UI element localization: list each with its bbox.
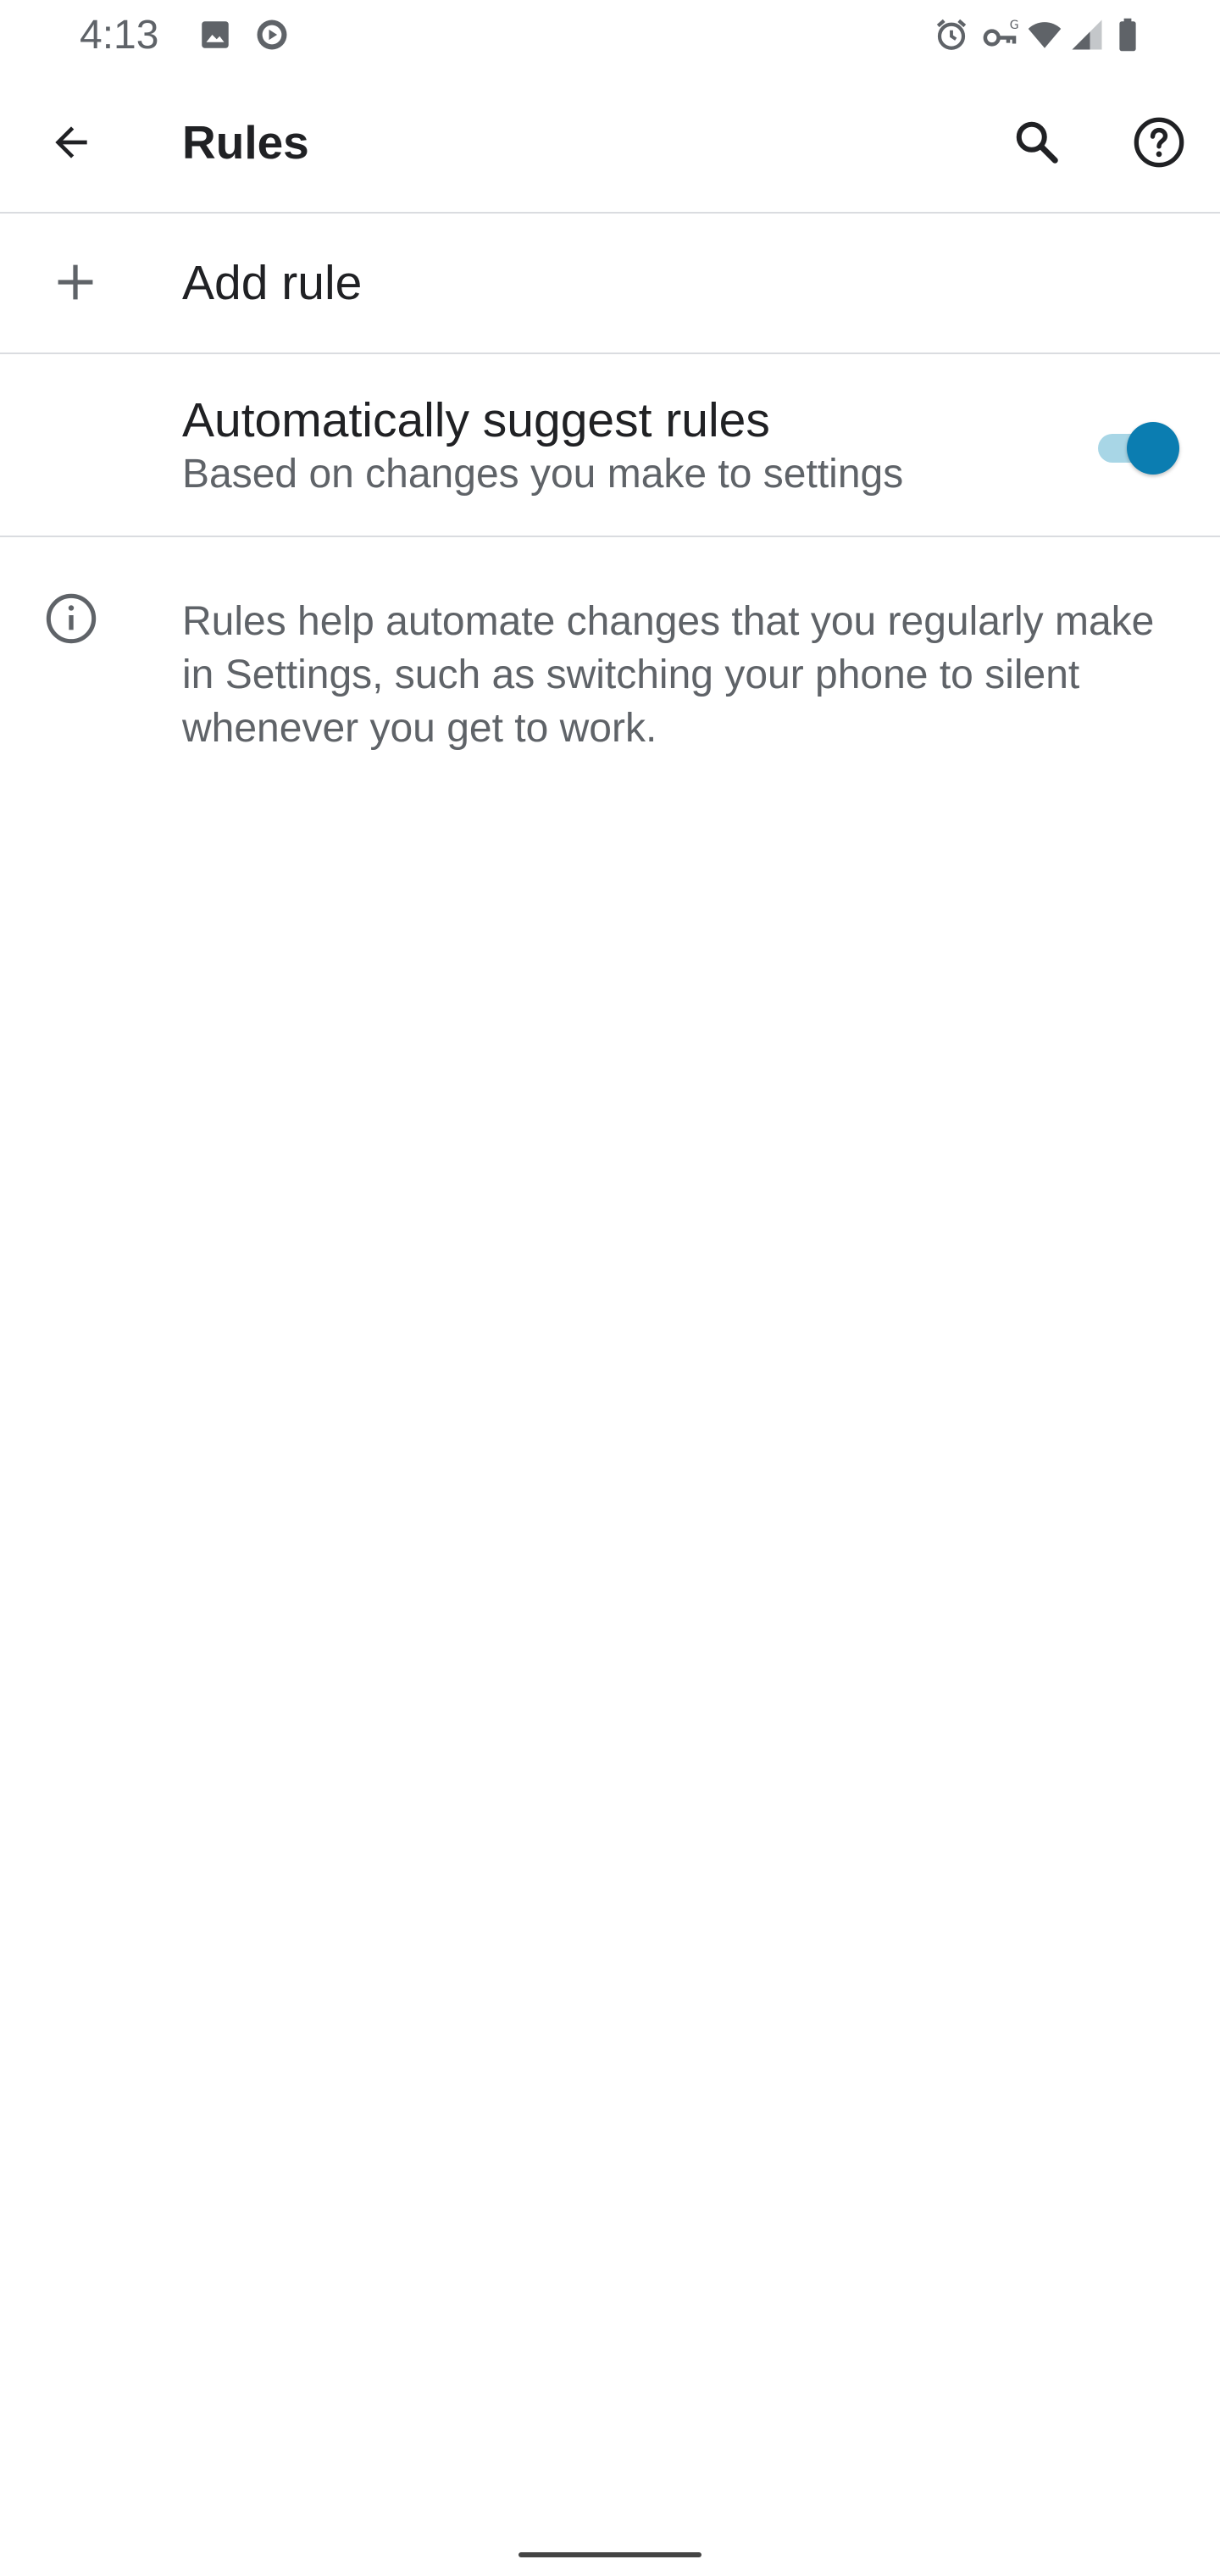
info-text: Rules help automate changes that you reg… xyxy=(182,599,1155,751)
status-bar: 4:13 G xyxy=(0,0,1220,71)
suggest-rules-title: Automatically suggest rules xyxy=(182,393,770,447)
suggest-rules-summary: Based on changes you make to settings xyxy=(182,452,904,497)
suggest-rules-toggle[interactable] xyxy=(1093,415,1188,480)
play-circle-icon xyxy=(257,19,287,50)
battery-icon xyxy=(1119,18,1136,52)
back-button[interactable] xyxy=(36,107,107,178)
alarm-icon xyxy=(936,19,967,50)
toggle-thumb xyxy=(1127,422,1179,475)
info-icon xyxy=(46,593,97,644)
add-rule-item[interactable]: Add rule xyxy=(0,214,1220,354)
add-rule-label: Add rule xyxy=(182,256,363,310)
svg-text:G: G xyxy=(1010,19,1019,32)
arrow-back-icon xyxy=(55,126,87,158)
page-title: Rules xyxy=(182,116,309,169)
signal-icon xyxy=(1072,19,1102,50)
vpn-key-icon: G xyxy=(983,19,1019,47)
plus-icon xyxy=(58,264,93,300)
help-icon xyxy=(1134,117,1184,168)
wifi-icon xyxy=(1028,22,1062,48)
rules-screen: 4:13 G Rules Add rule Automatically sugg… xyxy=(0,0,1220,2576)
app-bar: Rules xyxy=(0,71,1220,214)
help-button[interactable] xyxy=(1123,107,1195,178)
info-footer: Rules help automate changes that you reg… xyxy=(0,539,1220,776)
search-icon xyxy=(1016,121,1058,164)
gesture-nav-handle[interactable] xyxy=(518,2552,702,2557)
suggest-rules-item[interactable]: Automatically suggest rules Based on cha… xyxy=(0,356,1220,537)
search-button[interactable] xyxy=(1001,107,1073,178)
image-icon xyxy=(202,21,229,48)
status-time: 4:13 xyxy=(80,13,159,58)
